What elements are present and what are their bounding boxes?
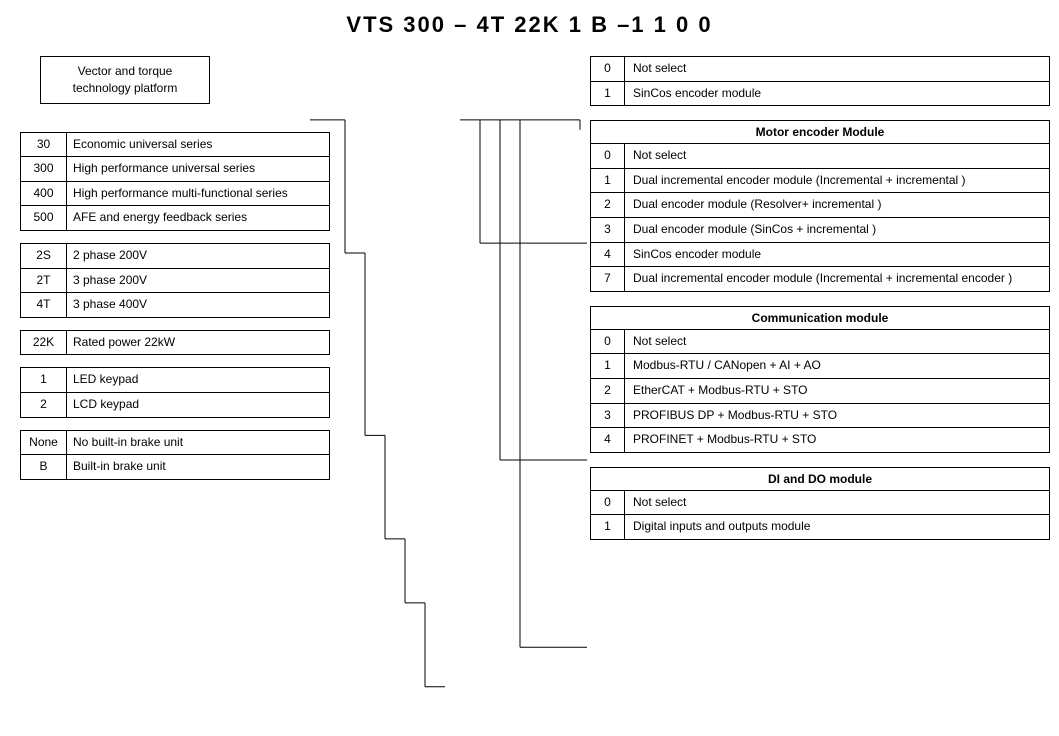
sincos-desc-0: Not select bbox=[625, 57, 1050, 82]
series-desc-500: AFE and energy feedback series bbox=[67, 206, 330, 231]
comm-row-4: 4 PROFINET + Modbus-RTU + STO bbox=[591, 428, 1050, 453]
series-row-300: 300 High performance universal series bbox=[21, 157, 330, 182]
phase-row-2s: 2S 2 phase 200V bbox=[21, 243, 330, 268]
motor-encoder-table: Motor encoder Module 0 Not select 1 Dual… bbox=[590, 120, 1050, 292]
vts-label-box: Vector and torque technology platform bbox=[40, 56, 210, 104]
brake-code-b: B bbox=[21, 455, 67, 480]
phase-row-2t: 2T 3 phase 200V bbox=[21, 268, 330, 293]
sincos-code-0: 0 bbox=[591, 57, 625, 82]
power-desc-22k: Rated power 22kW bbox=[67, 330, 330, 355]
keypad-table: 1 LED keypad 2 LCD keypad bbox=[20, 367, 330, 417]
brake-desc-none: No built-in brake unit bbox=[67, 430, 330, 455]
brake-row-b: B Built-in brake unit bbox=[21, 455, 330, 480]
di-do-row-0: 0 Not select bbox=[591, 490, 1050, 515]
di-do-row-1: 1 Digital inputs and outputs module bbox=[591, 515, 1050, 540]
comm-code-3: 3 bbox=[591, 403, 625, 428]
keypad-code-2: 2 bbox=[21, 392, 67, 417]
comm-row-1: 1 Modbus-RTU / CANopen + AI + AO bbox=[591, 354, 1050, 379]
power-code-22k: 22K bbox=[21, 330, 67, 355]
motor-encoder-header: Motor encoder Module bbox=[591, 121, 1050, 144]
di-do-code-0: 0 bbox=[591, 490, 625, 515]
di-do-desc-1: Digital inputs and outputs module bbox=[625, 515, 1050, 540]
series-code-400: 400 bbox=[21, 181, 67, 206]
sincos-desc-1: SinCos encoder module bbox=[625, 81, 1050, 106]
series-row-400: 400 High performance multi-functional se… bbox=[21, 181, 330, 206]
phase-code-2s: 2S bbox=[21, 243, 67, 268]
phase-code-2t: 2T bbox=[21, 268, 67, 293]
motor-enc-row-0: 0 Not select bbox=[591, 144, 1050, 169]
phase-table: 2S 2 phase 200V 2T 3 phase 200V 4T 3 pha… bbox=[20, 243, 330, 318]
communication-table: Communication module 0 Not select 1 Modb… bbox=[590, 306, 1050, 453]
motor-enc-desc-2: Dual encoder module (Resolver+ increment… bbox=[625, 193, 1050, 218]
di-do-header: DI and DO module bbox=[591, 467, 1050, 490]
series-code-500: 500 bbox=[21, 206, 67, 231]
phase-desc-4t: 3 phase 400V bbox=[67, 293, 330, 318]
motor-enc-desc-1: Dual incremental encoder module (Increme… bbox=[625, 168, 1050, 193]
brake-row-none: None No built-in brake unit bbox=[21, 430, 330, 455]
motor-enc-row-2: 2 Dual encoder module (Resolver+ increme… bbox=[591, 193, 1050, 218]
di-do-code-1: 1 bbox=[591, 515, 625, 540]
motor-enc-row-7: 7 Dual incremental encoder module (Incre… bbox=[591, 267, 1050, 292]
motor-enc-code-0: 0 bbox=[591, 144, 625, 169]
phase-code-4t: 4T bbox=[21, 293, 67, 318]
motor-enc-row-3: 3 Dual encoder module (SinCos + incremen… bbox=[591, 217, 1050, 242]
comm-code-1: 1 bbox=[591, 354, 625, 379]
series-code-30: 30 bbox=[21, 132, 67, 157]
series-desc-300: High performance universal series bbox=[67, 157, 330, 182]
di-do-desc-0: Not select bbox=[625, 490, 1050, 515]
comm-code-2: 2 bbox=[591, 378, 625, 403]
motor-enc-code-7: 7 bbox=[591, 267, 625, 292]
series-row-30: 30 Economic universal series bbox=[21, 132, 330, 157]
sincos-row-0: 0 Not select bbox=[591, 57, 1050, 82]
keypad-row-1: 1 LED keypad bbox=[21, 368, 330, 393]
comm-desc-3: PROFIBUS DP + Modbus-RTU + STO bbox=[625, 403, 1050, 428]
di-do-table: DI and DO module 0 Not select 1 Digital … bbox=[590, 467, 1050, 540]
power-table: 22K Rated power 22kW bbox=[20, 330, 330, 356]
comm-row-3: 3 PROFIBUS DP + Modbus-RTU + STO bbox=[591, 403, 1050, 428]
motor-enc-row-4: 4 SinCos encoder module bbox=[591, 242, 1050, 267]
comm-code-4: 4 bbox=[591, 428, 625, 453]
motor-enc-row-1: 1 Dual incremental encoder module (Incre… bbox=[591, 168, 1050, 193]
sincos-table: 0 Not select 1 SinCos encoder module bbox=[590, 56, 1050, 106]
brake-table: None No built-in brake unit B Built-in b… bbox=[20, 430, 330, 480]
series-desc-400: High performance multi-functional series bbox=[67, 181, 330, 206]
comm-row-2: 2 EtherCAT + Modbus-RTU + STO bbox=[591, 378, 1050, 403]
series-code-300: 300 bbox=[21, 157, 67, 182]
keypad-desc-2: LCD keypad bbox=[67, 392, 330, 417]
comm-code-0: 0 bbox=[591, 329, 625, 354]
comm-desc-0: Not select bbox=[625, 329, 1050, 354]
comm-desc-1: Modbus-RTU / CANopen + AI + AO bbox=[625, 354, 1050, 379]
keypad-row-2: 2 LCD keypad bbox=[21, 392, 330, 417]
motor-enc-desc-0: Not select bbox=[625, 144, 1050, 169]
keypad-code-1: 1 bbox=[21, 368, 67, 393]
motor-enc-desc-7: Dual incremental encoder module (Increme… bbox=[625, 267, 1050, 292]
series-table: 30 Economic universal series 300 High pe… bbox=[20, 132, 330, 231]
motor-enc-desc-4: SinCos encoder module bbox=[625, 242, 1050, 267]
comm-row-0: 0 Not select bbox=[591, 329, 1050, 354]
motor-enc-code-1: 1 bbox=[591, 168, 625, 193]
motor-enc-desc-3: Dual encoder module (SinCos + incrementa… bbox=[625, 217, 1050, 242]
communication-header: Communication module bbox=[591, 306, 1050, 329]
motor-enc-code-3: 3 bbox=[591, 217, 625, 242]
main-title: VTS 300 – 4T 22K 1 B –1 1 0 0 bbox=[0, 0, 1059, 46]
phase-row-4t: 4T 3 phase 400V bbox=[21, 293, 330, 318]
motor-enc-code-2: 2 bbox=[591, 193, 625, 218]
brake-code-none: None bbox=[21, 430, 67, 455]
motor-enc-code-4: 4 bbox=[591, 242, 625, 267]
comm-desc-4: PROFINET + Modbus-RTU + STO bbox=[625, 428, 1050, 453]
sincos-row-1: 1 SinCos encoder module bbox=[591, 81, 1050, 106]
phase-desc-2t: 3 phase 200V bbox=[67, 268, 330, 293]
series-row-500: 500 AFE and energy feedback series bbox=[21, 206, 330, 231]
comm-desc-2: EtherCAT + Modbus-RTU + STO bbox=[625, 378, 1050, 403]
power-row-22k: 22K Rated power 22kW bbox=[21, 330, 330, 355]
brake-desc-b: Built-in brake unit bbox=[67, 455, 330, 480]
phase-desc-2s: 2 phase 200V bbox=[67, 243, 330, 268]
keypad-desc-1: LED keypad bbox=[67, 368, 330, 393]
series-desc-30: Economic universal series bbox=[67, 132, 330, 157]
sincos-code-1: 1 bbox=[591, 81, 625, 106]
